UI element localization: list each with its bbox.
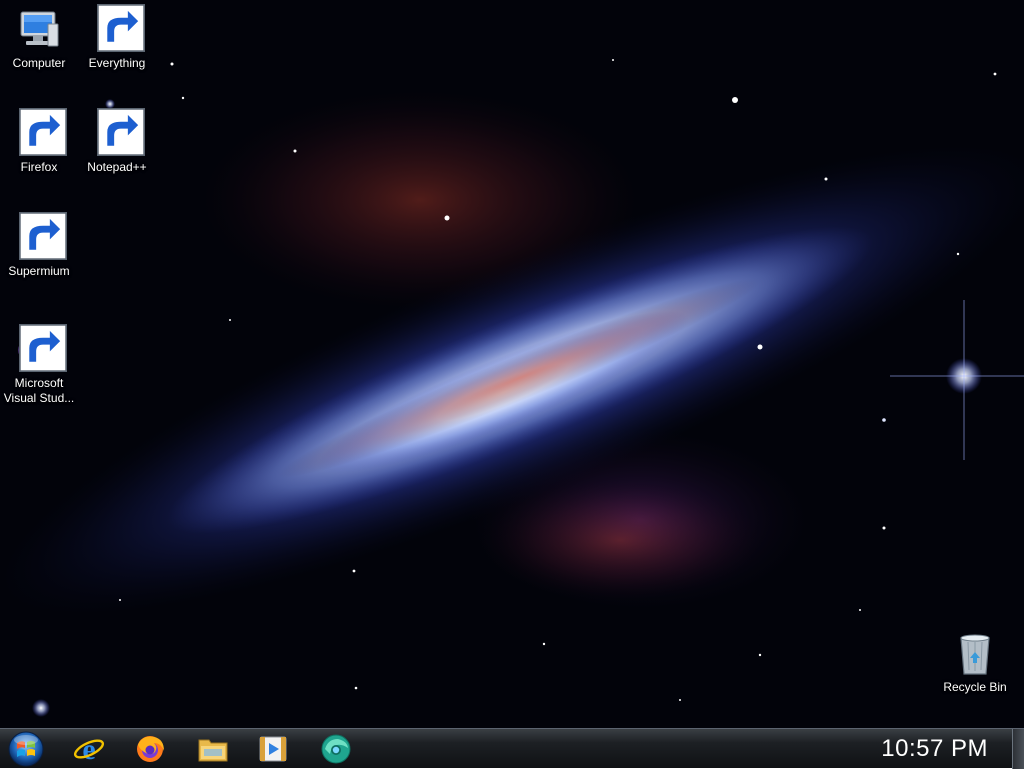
desktop-icon-firefox[interactable]: Firefox (0, 108, 78, 175)
desktop-icon-label: Computer (12, 56, 66, 70)
desktop-icon-computer[interactable]: Computer (0, 6, 78, 71)
desktop-icon-label: Notepad++ (87, 160, 147, 174)
desktop-icon-label: Firefox (20, 160, 58, 174)
start-button[interactable] (4, 730, 48, 768)
shortcut-arrow-icon (97, 108, 145, 156)
desktop-icon-everything[interactable]: Everything (78, 4, 156, 71)
windows-start-orb-icon (8, 731, 44, 767)
visual-studio-icon (15, 324, 67, 374)
media-player-icon (259, 736, 287, 762)
desktop-icon-supermium[interactable]: Supermium (0, 212, 78, 279)
computer-icon (15, 6, 63, 54)
desktop-icon-label: Everything (88, 56, 146, 70)
shortcut-arrow-icon (19, 212, 67, 260)
taskbar-item-firefox[interactable] (125, 731, 175, 767)
taskbar: e 10:57 PM (0, 728, 1024, 769)
desktop-icon-visual-studio[interactable]: Microsoft Visual Stud... (0, 324, 78, 406)
desktop-icon-recycle-bin[interactable]: Recycle Bin (936, 630, 1014, 695)
shortcut-arrow-icon (97, 4, 145, 52)
show-desktop-button[interactable] (1012, 729, 1024, 769)
file-explorer-icon (198, 739, 228, 762)
supermium-icon (321, 734, 351, 764)
everything-icon (93, 4, 145, 54)
supermium-icon (15, 212, 67, 262)
taskbar-item-file-explorer[interactable] (188, 731, 238, 767)
desktop-icon-label: Recycle Bin (943, 680, 1007, 694)
desktop-icon-notepad-plus-plus[interactable]: Notepad++ (78, 108, 156, 175)
internet-explorer-icon: e (73, 733, 105, 765)
taskbar-item-internet-explorer[interactable]: e (64, 731, 114, 767)
desktop-icon-label: Supermium (8, 264, 70, 278)
taskbar-item-media-player[interactable] (248, 731, 298, 767)
desktop[interactable]: Computer Everything Firefox Notepad++ Su… (0, 0, 1024, 728)
shortcut-arrow-icon (19, 324, 67, 372)
firefox-icon (137, 736, 164, 762)
recycle-bin-icon (951, 630, 999, 678)
shortcut-arrow-icon (19, 108, 67, 156)
desktop-icon-label: Microsoft Visual Stud... (3, 376, 75, 405)
svg-text:e: e (82, 733, 95, 765)
firefox-icon (15, 108, 67, 158)
taskbar-clock[interactable]: 10:57 PM (881, 735, 988, 763)
notepad-plus-plus-icon (93, 108, 145, 158)
taskbar-item-supermium[interactable] (311, 731, 361, 767)
